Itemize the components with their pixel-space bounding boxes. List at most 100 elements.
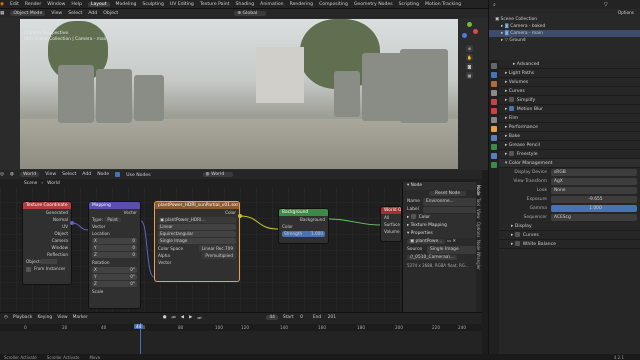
socket[interactable] <box>238 214 242 218</box>
reset-node-button[interactable]: Reset Node <box>403 190 482 198</box>
socket[interactable] <box>70 221 74 225</box>
frame-ruler[interactable]: 0 20 40 60 80 100 120 140 160 180 200 22… <box>0 324 482 331</box>
node-header[interactable]: World Output <box>381 207 401 214</box>
tab-compositing[interactable]: Compositing <box>319 2 348 7</box>
from-instancer-checkbox[interactable] <box>26 266 31 272</box>
outliner-item-camera-main[interactable]: ▸ ◙ Camera - main <box>489 30 640 37</box>
node-environment-texture[interactable]: plantPower_HDRI_sunPartial_v01.exr Color… <box>154 201 240 282</box>
file-path-field[interactable]: //_0510_Cameraa\... <box>403 254 482 262</box>
display-device-dropdown[interactable]: sRGB <box>551 169 637 176</box>
menu-select[interactable]: Select <box>68 11 82 16</box>
outliner-options[interactable]: Options <box>489 9 640 16</box>
object-tab-icon[interactable] <box>491 126 497 132</box>
tab-options[interactable]: Options <box>476 222 481 237</box>
tab-sculpting[interactable]: Sculpting <box>142 2 163 7</box>
outliner-item-camera-baked[interactable]: ▸ ◙ Camera - baked <box>489 23 640 30</box>
world-tab-icon[interactable] <box>491 108 497 114</box>
source-dropdown[interactable]: Single Image <box>427 246 478 254</box>
section-bake[interactable]: ▸ Bake <box>499 132 640 141</box>
node-texture-coordinate[interactable]: Texture Coordinate Generated Normal UV O… <box>22 201 72 285</box>
simplify-checkbox[interactable] <box>508 97 514 102</box>
freestyle-checkbox[interactable] <box>508 151 514 156</box>
output-tab-icon[interactable] <box>491 81 497 87</box>
start-frame-field[interactable]: Start 0 <box>283 315 308 320</box>
section-motion-blur[interactable]: ▸ Motion Blur <box>499 105 640 114</box>
menu-keying[interactable]: Keying <box>37 315 52 320</box>
node-panel-header[interactable]: ▾ Node <box>403 182 482 190</box>
perspective-grid-icon[interactable]: ▦ <box>466 72 473 79</box>
timeline[interactable]: ◷ Playback Keying View Marker ● ⏮ ◀ ▶ ⏭ … <box>0 312 482 355</box>
shader-node-editor[interactable]: ◎ ◍ World View Select Add Node Use Nodes… <box>0 170 482 312</box>
view-transform-dropdown[interactable]: AgX <box>551 178 637 185</box>
section-performance[interactable]: ▸ Performance <box>499 123 640 132</box>
z-axis-icon[interactable] <box>462 33 467 38</box>
zoom-icon[interactable]: ⊕ <box>466 45 473 52</box>
interpolation-dropdown[interactable]: Linear <box>158 224 236 230</box>
location-z[interactable]: Z0 <box>92 252 137 258</box>
from-instancer-toggle[interactable]: From Instancer <box>23 265 71 272</box>
constraints-tab-icon[interactable] <box>491 153 497 159</box>
record-icon[interactable]: ● <box>163 315 167 320</box>
mode-dropdown[interactable]: Object Mode <box>10 11 46 16</box>
section-light-paths[interactable]: ▸ Light Paths <box>499 69 640 78</box>
texture-mapping-header[interactable]: ▸ Texture Mapping <box>403 222 482 230</box>
tab-animation[interactable]: Animation <box>260 2 283 7</box>
node-header[interactable]: Texture Coordinate <box>23 202 71 209</box>
menu-window[interactable]: Window <box>47 2 65 7</box>
play-icon[interactable]: ▶ <box>189 315 192 320</box>
rotation-z[interactable]: Z 0° <box>92 281 137 287</box>
color-panel-header[interactable]: ▸ Color <box>403 214 482 222</box>
section-cm-curves[interactable]: ▸ Curves <box>499 231 640 240</box>
physics-tab-icon[interactable] <box>491 144 497 150</box>
tab-node[interactable]: Node <box>476 185 481 195</box>
menu-add[interactable]: Add <box>88 11 97 16</box>
node-header[interactable]: Mapping <box>89 202 140 209</box>
color-checkbox[interactable] <box>410 214 416 219</box>
tab-shading[interactable]: Shading <box>236 2 255 7</box>
location-x[interactable]: X0 <box>92 238 137 244</box>
modifier-tab-icon[interactable] <box>491 135 497 141</box>
tab-texture-paint[interactable]: Texture Paint <box>200 2 230 7</box>
type-field[interactable]: Type: Point <box>89 216 140 223</box>
properties-editor[interactable]: ▸ Advanced ▸ Light Paths ▸ Volumes ▸ Cur… <box>488 60 640 354</box>
exposure-field[interactable]: -9.655 <box>551 196 637 203</box>
outliner-item-ground[interactable]: ▸ ▽ Ground <box>489 37 640 44</box>
image-selector[interactable]: ▣ plantPower_HDRI... <box>158 217 236 223</box>
menu-render[interactable]: Render <box>25 2 41 7</box>
folder-icon[interactable]: ▭ <box>447 239 451 244</box>
play-reverse-icon[interactable]: ◀ <box>181 315 184 320</box>
blender-logo-icon[interactable]: ◉ <box>0 2 4 7</box>
menu-marker[interactable]: Marker <box>73 315 88 320</box>
label-field[interactable] <box>423 207 478 213</box>
section-freestyle[interactable]: ▸ Freestyle <box>499 150 640 159</box>
tab-rendering[interactable]: Rendering <box>290 2 313 7</box>
node-mapping[interactable]: Mapping Vector Type: Point Vector Locati… <box>88 201 141 309</box>
white-balance-checkbox[interactable] <box>514 241 520 246</box>
tab-modeling[interactable]: Modeling <box>116 2 137 7</box>
properties-header[interactable]: ▾ Properties <box>403 230 482 238</box>
tab-scripting[interactable]: Scripting <box>399 2 419 7</box>
editor-type-icon[interactable]: ◷ <box>4 315 8 320</box>
menu-edit[interactable]: Edit <box>10 2 19 7</box>
alpha-dropdown[interactable]: Premultiplied <box>202 252 236 259</box>
projection-dropdown[interactable]: Equirectangular <box>158 231 236 237</box>
tab-geometry-nodes[interactable]: Geometry Nodes <box>354 2 393 7</box>
render-tab-icon[interactable] <box>491 72 497 78</box>
editor-type-icon[interactable]: ▦ <box>0 11 4 16</box>
section-volumes[interactable]: ▸ Volumes <box>499 78 640 87</box>
node-world-output[interactable]: World Output All Surface Volume <box>380 206 402 242</box>
color-space-dropdown[interactable]: Linear Rec.709 <box>198 245 236 252</box>
3d-viewport[interactable]: ▦ Object Mode View Select Add Object ⊕ G… <box>0 9 488 170</box>
tab-layout[interactable]: Layout <box>87 1 110 7</box>
node-background[interactable]: Background Background Color Strength 1.00… <box>278 208 329 244</box>
current-frame-field[interactable]: 44 <box>266 315 278 320</box>
search-icon[interactable]: ⌕ <box>493 2 496 8</box>
tab-motion-tracking[interactable]: Motion Tracking <box>425 2 461 7</box>
tab-tool[interactable]: Tool <box>476 198 481 206</box>
section-grease-pencil[interactable]: ▸ Grease Pencil <box>499 141 640 150</box>
outliner[interactable]: ⌕ ▽ Options ▣ Scene Collection ▸ ◙ Camer… <box>488 0 640 60</box>
tool-tab-icon[interactable] <box>491 63 497 69</box>
filter-icon[interactable]: ▽ <box>604 2 608 8</box>
jump-end-icon[interactable]: ⏭ <box>197 315 201 321</box>
section-display[interactable]: ▸ Display <box>499 222 640 231</box>
